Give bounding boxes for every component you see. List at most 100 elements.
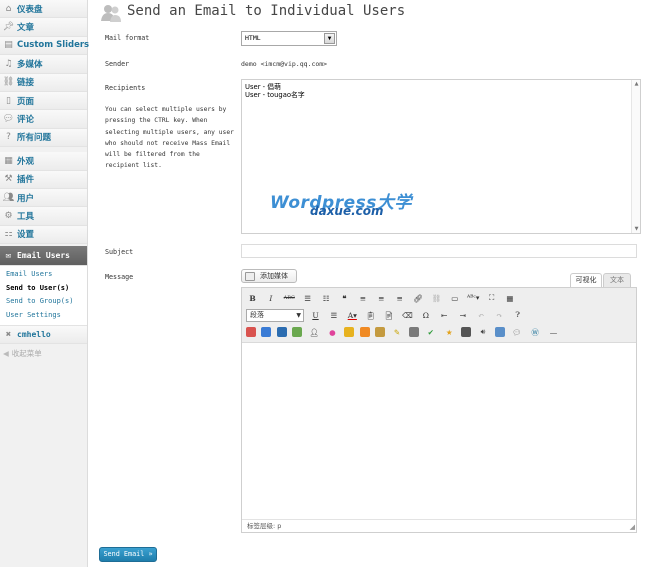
submenu-item[interactable]: Email Users (0, 268, 87, 282)
question-icon: ? (6, 132, 11, 143)
scroll-down-icon[interactable]: ▼ (632, 225, 640, 233)
user-icon[interactable]: 👤︎ (308, 326, 321, 339)
underline-icon[interactable]: U (309, 309, 322, 322)
outdent-icon[interactable]: ⇤ (438, 309, 451, 322)
sidebar-item-10[interactable]: 👥︎ 用户 (0, 188, 87, 208)
submenu-item[interactable]: User Settings (0, 309, 87, 323)
recipient-option[interactable]: User - tougao名字 (242, 91, 640, 99)
menu-item-label: 所有问题 (17, 133, 52, 144)
indent-icon[interactable]: ⇥ (456, 309, 469, 322)
sender-label: Sender (105, 60, 130, 68)
blockquote-icon[interactable]: ❝ (338, 292, 351, 305)
rss-icon[interactable] (359, 327, 370, 337)
more-tag-icon[interactable]: ▭ (448, 292, 461, 305)
watermark-sub-text: daxue.com (310, 204, 384, 218)
wordpress-icon[interactable]: Ⓦ (529, 326, 542, 339)
sidebar-item-6[interactable]: 💬︎ 评论 (0, 110, 87, 129)
pencil-icon[interactable]: ✎ (391, 326, 404, 339)
resize-handle-icon[interactable]: ◢ (630, 524, 635, 531)
paste-word-icon[interactable]: 📄︎ (383, 309, 396, 322)
plugin-2-icon[interactable] (261, 327, 272, 337)
text-color-icon[interactable]: A▾ (346, 309, 359, 322)
eraser-icon[interactable]: ⌫ (401, 309, 414, 322)
menu-item-label: 评论 (17, 115, 35, 126)
comment-icon: 💬︎ (2, 114, 15, 125)
paragraph-format-value: 段落 (250, 310, 264, 319)
sidebar-item-8[interactable]: ▦ 外观 (0, 152, 87, 171)
check-icon[interactable]: ✔ (424, 326, 437, 339)
help-icon[interactable]: ❓︎ (511, 309, 524, 322)
align-right-icon[interactable]: ≡ (393, 292, 406, 305)
dashboard-icon: ⌂ (5, 3, 12, 14)
page-icon: ▯ (6, 95, 11, 106)
special-char-icon[interactable]: Ω (419, 309, 432, 322)
recipients-scrollbar[interactable]: ▲ ▼ (631, 80, 640, 233)
plugin-4-icon[interactable] (292, 327, 303, 337)
tab-text[interactable]: 文本 (603, 273, 631, 287)
film-icon[interactable] (461, 327, 472, 337)
italic-icon[interactable]: I (264, 292, 277, 305)
sidebar-item-email-users[interactable]: ✉ Email Users (0, 246, 87, 267)
menu-item-label: 页面 (17, 96, 35, 107)
fullscreen-icon[interactable]: ⛶ (485, 292, 498, 305)
menu-item-label: Email Users (17, 251, 70, 261)
paste-text-icon[interactable]: 📋︎ (364, 309, 377, 322)
dots-icon[interactable]: ● (326, 326, 339, 339)
sidebar-item-12[interactable]: ⚏ 设置 (0, 225, 87, 245)
align-center-icon[interactable]: ≡ (375, 292, 388, 305)
recipients-help-text: You can select multiple users by pressin… (105, 106, 234, 170)
sender-value: demo <imcm@vip.qq.com> (241, 60, 328, 68)
sidebar-item-11[interactable]: ⚙ 工具 (0, 207, 87, 226)
speech-bubble-icon[interactable]: 💬︎ (510, 326, 523, 339)
plugin-1-icon[interactable] (246, 327, 256, 337)
redo-icon[interactable]: ↷ (493, 309, 506, 322)
kitchen-sink-icon[interactable]: ▦ (503, 292, 516, 305)
sidebar-item-9[interactable]: ⚒︎ 插件 (0, 170, 87, 189)
justify-icon[interactable]: ☰ (327, 309, 340, 322)
bullet-list-icon[interactable]: ☰ (301, 292, 314, 305)
sidebar-item-5[interactable]: ▯ 页面 (0, 91, 87, 111)
mail-format-select[interactable]: HTML ▼ (241, 31, 337, 46)
add-media-button[interactable]: 添加媒体 (241, 269, 297, 283)
sidebar-item-1[interactable]: 📌︎ 文章 (0, 18, 87, 37)
audio-icon[interactable]: 🔊︎ (476, 326, 489, 339)
sidebar-item-cmhello[interactable]: ✖ cmhello (0, 326, 87, 345)
submenu-item[interactable]: Send to User(s) (0, 282, 87, 296)
numbered-list-icon[interactable]: ☷ (320, 292, 333, 305)
sidebar-item-4[interactable]: ⛓︎ 链接 (0, 73, 87, 92)
subject-input[interactable] (241, 244, 637, 258)
sidebar-item-7[interactable]: ? 所有问题 (0, 128, 87, 148)
horizontal-rule-icon[interactable]: — (547, 326, 560, 339)
tools-icon: ⚙ (4, 210, 13, 221)
unlink-icon[interactable]: ⛓︎ (430, 292, 443, 305)
users-icon: 👥︎ (2, 192, 15, 203)
sidebar-item-3[interactable]: ♫ 多媒体 (0, 55, 87, 74)
flickr-icon[interactable] (344, 327, 355, 337)
scroll-up-icon[interactable]: ▲ (632, 80, 640, 88)
recipients-listbox[interactable]: User - 倡萌 User - tougao名字 Wordpress大学 da… (241, 79, 641, 234)
table-icon[interactable] (375, 327, 386, 337)
paragraph-format-select[interactable]: 段落 ▼ (246, 308, 304, 322)
image-icon[interactable] (494, 327, 505, 337)
send-email-button[interactable]: Send Email » (99, 547, 157, 562)
strikethrough-icon[interactable]: ABC (283, 292, 296, 305)
sidebar-item-2[interactable]: ▤ Custom Sliders (0, 36, 89, 56)
recipient-option[interactable]: User - 倡萌 (242, 83, 640, 91)
email-users-submenu: Email Users Send to User(s) Send to Group(… (0, 266, 87, 327)
code-icon[interactable] (408, 327, 419, 337)
link-icon[interactable]: 🔗︎ (412, 292, 425, 305)
menu-item-label: 插件 (17, 175, 35, 186)
sidebar-item-0[interactable]: ⌂ 仪表盘 (0, 0, 87, 19)
align-left-icon[interactable]: ≡ (356, 292, 369, 305)
settings-icon: ⚏ (4, 229, 13, 240)
message-editor[interactable]: B I ABC ☰ ☷ ❝ ≡ ≡ ≡ 🔗︎ ⛓︎ ▭ ᴬᴮᶜ▾ ⛶ ▦ 段落 … (241, 287, 637, 533)
star-icon[interactable]: ★ (443, 326, 456, 339)
undo-icon[interactable]: ↶ (475, 309, 488, 322)
tab-visual[interactable]: 可视化 (570, 273, 602, 287)
menu-item-label: 设置 (17, 230, 35, 241)
plugin-3-icon[interactable] (276, 327, 287, 337)
submenu-item[interactable]: Send to Group(s) (0, 295, 87, 309)
bold-icon[interactable]: B (246, 292, 259, 305)
collapse-menu-button[interactable]: ◀ 收起菜单 (0, 344, 87, 362)
spellcheck-icon[interactable]: ᴬᴮᶜ▾ (467, 292, 480, 305)
